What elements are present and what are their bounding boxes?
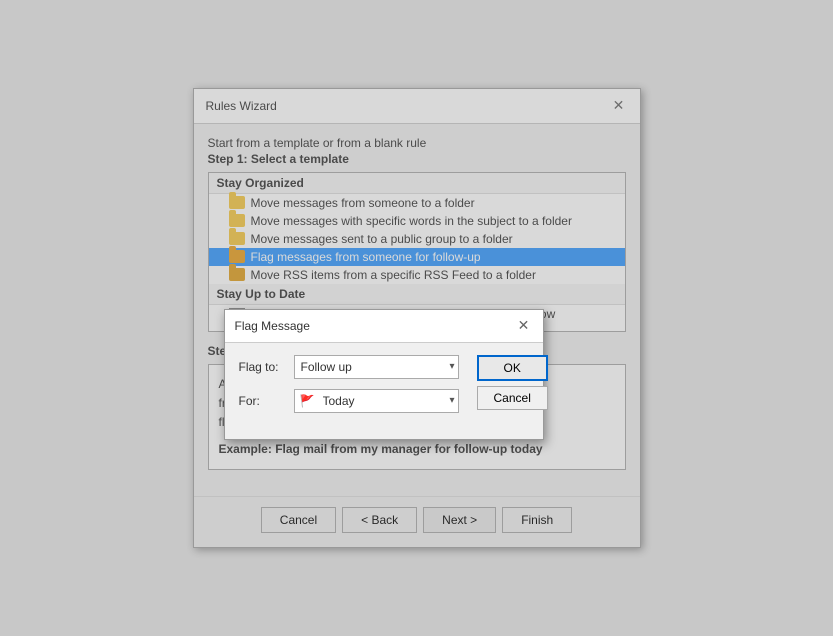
flag-to-select[interactable]: Follow up Call Do not Forward For Your I… [294, 355, 459, 379]
flag-to-select-wrapper: Follow up Call Do not Forward For Your I… [294, 355, 459, 379]
flag-to-label: Flag to: [239, 360, 294, 374]
flag-form: Flag to: Follow up Call Do not Forward F… [225, 343, 471, 439]
flag-to-row: Flag to: Follow up Call Do not Forward F… [239, 355, 459, 379]
flag-dialog-body: Flag to: Follow up Call Do not Forward F… [225, 343, 543, 439]
flag-message-dialog: Flag Message ✕ Flag to: Follow up Call D… [224, 309, 544, 440]
for-label: For: [239, 394, 294, 408]
flag-dialog-titlebar: Flag Message ✕ [225, 310, 543, 343]
rules-wizard-dialog: Rules Wizard ✕ Start from a template or … [193, 88, 641, 549]
flag-cancel-button[interactable]: Cancel [477, 386, 548, 410]
for-select-wrapper: 🚩 Today Tomorrow This Week Next Week No … [294, 389, 459, 413]
flag-dialog-action-buttons: OK Cancel [471, 343, 562, 422]
for-row: For: 🚩 Today Tomorrow This Week Next Wee… [239, 389, 459, 413]
flag-ok-button[interactable]: OK [477, 355, 548, 381]
modal-backdrop: Flag Message ✕ Flag to: Follow up Call D… [194, 89, 640, 548]
for-select[interactable]: Today Tomorrow This Week Next Week No Da… [294, 389, 459, 413]
flag-dialog-title: Flag Message [235, 319, 310, 333]
flag-dialog-close-button[interactable]: ✕ [515, 317, 533, 335]
